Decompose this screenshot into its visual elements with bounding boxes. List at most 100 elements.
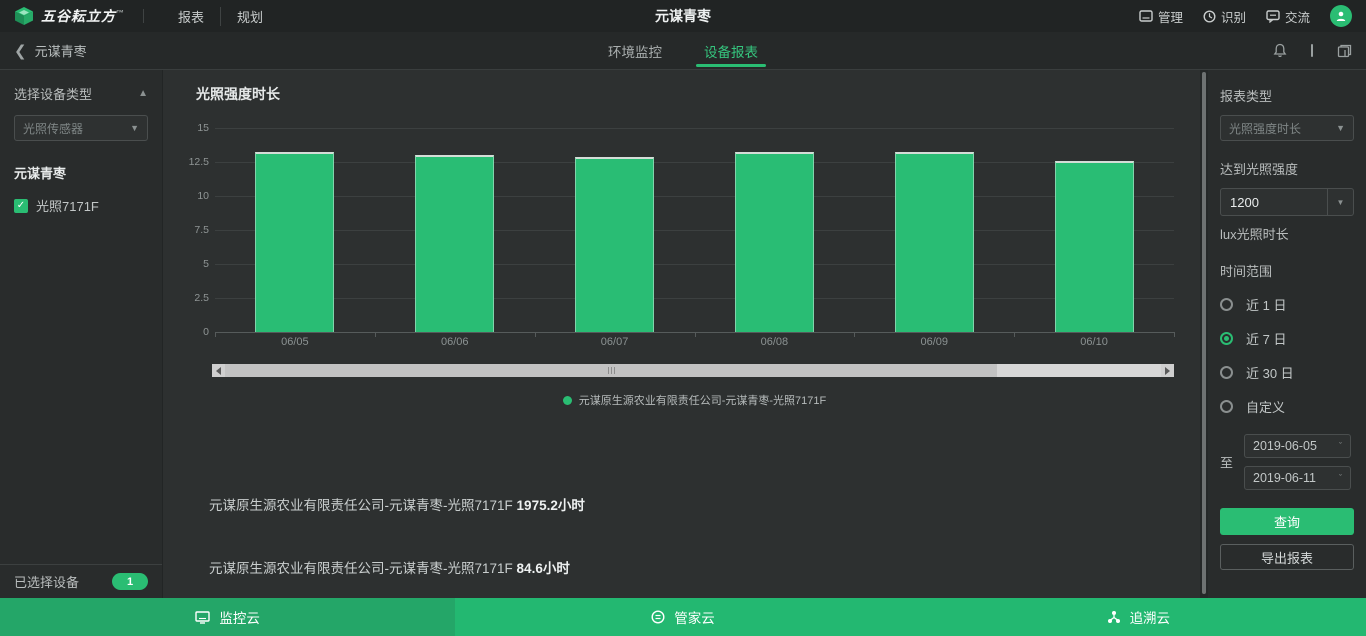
intensity-unit-label: lux光照时长 [1220, 224, 1356, 243]
manage-action[interactable]: 管理 [1139, 7, 1183, 26]
device-type-section[interactable]: 选择设备类型 ▲ [14, 84, 148, 103]
chart-legend[interactable]: 元谋原生源农业有限责任公司-元谋青枣-光照7171F [215, 392, 1174, 408]
bar-06/08[interactable] [735, 152, 814, 332]
checkbox-icon[interactable]: ✓ [14, 199, 28, 213]
bottom-bar: 监控云 管家云 追溯云 [0, 598, 1366, 636]
bar-06/05[interactable] [255, 152, 334, 332]
x-tick-label: 06/06 [375, 336, 535, 348]
radio-custom-range[interactable]: 自定义 [1220, 397, 1356, 416]
radio-icon[interactable] [1220, 366, 1233, 379]
tab-device-report[interactable]: 设备报表 [700, 32, 762, 69]
device-type-select[interactable]: 光照传感器 ▼ [14, 115, 148, 141]
y-tick-label: 15 [171, 122, 209, 134]
device-checkbox-row[interactable]: ✓ 光照7171F [14, 196, 148, 215]
chevron-down-icon: ˇ [1339, 441, 1342, 451]
x-tick-label: 06/10 [1014, 336, 1174, 348]
summary-period: 元谋原生源农业有限责任公司-元谋青枣-光照7171F 84.6小时 [209, 557, 570, 577]
intensity-label: 达到光照强度 [1220, 159, 1356, 178]
page-vertical-scrollbar[interactable] [1200, 70, 1208, 598]
report-type-select[interactable]: 光照强度时长 ▼ [1220, 115, 1354, 141]
gridline [215, 298, 1174, 299]
left-sidebar: 选择设备类型 ▲ 光照传感器 ▼ 元谋青枣 ✓ 光照7171F 已选择设备 1 [0, 70, 163, 598]
bottom-tab-trace-cloud[interactable]: 追溯云 [911, 598, 1366, 636]
sub-bar: ❮ 元谋青枣 环境监控 设备报表 [0, 32, 1366, 70]
scroll-left-button[interactable] [212, 364, 225, 377]
selected-devices-bar: 已选择设备 1 [0, 564, 162, 598]
report-main: 光照强度时长 02.557.51012.515 06/0506/0606/070… [163, 70, 1200, 598]
scrollbar-thumb[interactable] [225, 364, 997, 377]
back-button[interactable]: ❮ 元谋青枣 [14, 41, 87, 60]
scroll-right-button[interactable] [1161, 364, 1174, 377]
chevron-up-icon[interactable]: ▲ [138, 88, 148, 99]
chevron-down-icon: ▼ [1336, 123, 1345, 133]
info-icon[interactable] [1311, 44, 1313, 57]
bottom-tab-manager-cloud[interactable]: 管家云 [455, 598, 910, 636]
radio-icon[interactable] [1220, 298, 1233, 311]
clock-icon [1203, 10, 1216, 23]
chart-title: 光照强度时长 [196, 84, 280, 104]
y-tick-label: 2.5 [171, 292, 209, 304]
nav-item-planning[interactable]: 规划 [220, 7, 279, 26]
recognize-action[interactable]: 识别 [1203, 7, 1246, 26]
bar-06/06[interactable] [415, 155, 494, 332]
radio-last-1-day[interactable]: 近 1 日 [1220, 295, 1356, 314]
content-area: 选择设备类型 ▲ 光照传感器 ▼ 元谋青枣 ✓ 光照7171F 已选择设备 1 … [0, 70, 1366, 598]
top-bar: 五谷耘立方™ 报表 规划 元谋青枣 管理 识别 交流 [0, 0, 1366, 32]
export-report-button[interactable]: 导出报表 [1220, 544, 1354, 570]
y-tick-label: 12.5 [171, 156, 209, 168]
x-tick-label: 06/09 [854, 336, 1014, 348]
logo-text: 五谷耘立方™ [41, 6, 125, 26]
monitor-icon [1139, 10, 1153, 22]
chevron-down-icon: ˇ [1339, 473, 1342, 483]
bar-06/10[interactable] [1055, 161, 1134, 332]
y-tick-label: 7.5 [171, 224, 209, 236]
device-type-title: 选择设备类型 [14, 84, 92, 103]
radio-icon[interactable] [1220, 400, 1233, 413]
device-label: 光照7171F [36, 196, 99, 215]
radio-last-30-days[interactable]: 近 30 日 [1220, 363, 1356, 382]
manager-cloud-icon [651, 610, 665, 624]
report-panel-icon[interactable] [1337, 44, 1352, 58]
chevron-left-icon: ❮ [14, 42, 27, 60]
x-tick-label: 06/05 [215, 336, 375, 348]
x-tick-label: 06/07 [535, 336, 695, 348]
query-button[interactable]: 查询 [1220, 508, 1354, 535]
right-sidebar: 报表类型 光照强度时长 ▼ 达到光照强度 1200 ▼ lux光照时长 时间范围… [1208, 70, 1366, 598]
vertical-scrollbar-thumb[interactable] [1202, 72, 1206, 594]
y-tick-label: 5 [171, 258, 209, 270]
tab-environment-monitor[interactable]: 环境监控 [604, 32, 666, 69]
radio-last-7-days[interactable]: 近 7 日 [1220, 329, 1356, 348]
nav-item-reports[interactable]: 报表 [162, 7, 220, 26]
x-axis-labels: 06/0506/0606/0706/0806/0906/10 [215, 336, 1174, 350]
intensity-input-group: 1200 ▼ [1220, 188, 1354, 216]
chart-horizontal-scrollbar[interactable] [212, 364, 1174, 377]
date-to-select[interactable]: 2019-06-11 ˇ [1244, 466, 1351, 490]
gridline [215, 230, 1174, 231]
bell-icon[interactable] [1273, 43, 1287, 58]
scrollbar-track[interactable] [225, 364, 1161, 377]
app-logo[interactable]: 五谷耘立方™ [14, 6, 125, 26]
gridline [215, 162, 1174, 163]
top-nav: 报表 规划 [162, 7, 279, 26]
x-tick-label: 06/08 [695, 336, 855, 348]
report-type-label: 报表类型 [1220, 86, 1356, 105]
intensity-dropdown-button[interactable]: ▼ [1327, 189, 1353, 215]
person-icon [1335, 10, 1347, 22]
chat-action[interactable]: 交流 [1266, 7, 1310, 26]
gridline [215, 264, 1174, 265]
time-range-label: 时间范围 [1220, 261, 1356, 280]
y-tick-label: 0 [171, 326, 209, 338]
radio-icon[interactable] [1220, 332, 1233, 345]
sub-bar-icons [1273, 43, 1352, 58]
intensity-input[interactable]: 1200 [1221, 189, 1327, 215]
monitor-cloud-icon [195, 611, 210, 624]
date-from-select[interactable]: 2019-06-05 ˇ [1244, 434, 1351, 458]
bar-06/07[interactable] [575, 157, 654, 332]
bar-06/09[interactable] [895, 152, 974, 332]
device-group-title: 元谋青枣 [14, 163, 148, 182]
top-actions: 管理 识别 交流 [1139, 5, 1352, 27]
bottom-tab-monitor-cloud[interactable]: 监控云 [0, 598, 455, 636]
user-avatar[interactable] [1330, 5, 1352, 27]
date-between-label: 至 [1220, 453, 1233, 472]
summary-total: 元谋原生源农业有限责任公司-元谋青枣-光照7171F 1975.2小时 [209, 494, 585, 514]
